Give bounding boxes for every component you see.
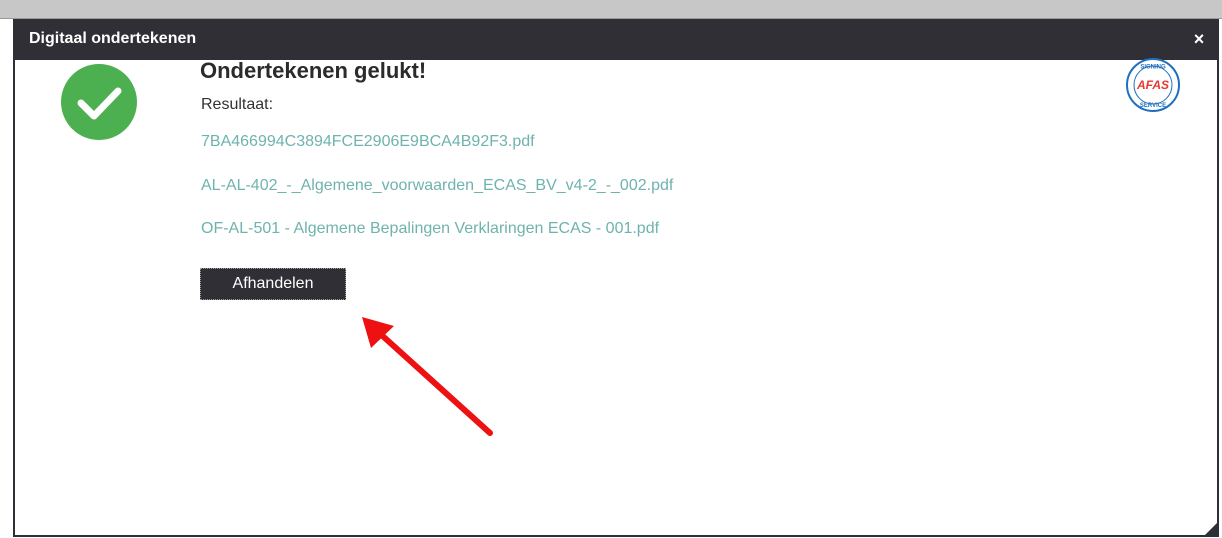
file-link-2[interactable]: AL-AL-402_-_Algemene_voorwaarden_ECAS_BV… — [201, 177, 673, 195]
background-window-strip — [0, 0, 1222, 19]
success-heading: Ondertekenen gelukt! — [200, 58, 427, 83]
signing-dialog: Digitaal ondertekenen × — [13, 19, 1219, 537]
resize-grip-icon[interactable] — [1204, 522, 1218, 536]
file-link-1[interactable]: 7BA466994C3894FCE2906E9BCA4B92F3.pdf — [201, 133, 535, 151]
result-label: Resultaat: — [201, 96, 274, 113]
file-link-3[interactable]: OF-AL-501 - Algemene Bepalingen Verklari… — [201, 220, 659, 238]
dialog-title: Digitaal ondertekenen — [29, 30, 197, 47]
afhandelen-button[interactable]: Afhandelen — [200, 268, 346, 300]
afas-signing-service-badge-icon: SIGNING SERVICE AFAS — [1126, 58, 1180, 112]
checkmark-circle-icon — [61, 64, 137, 140]
badge-logo-text: AFAS — [1136, 78, 1169, 92]
dialog-titlebar: Digitaal ondertekenen × — [13, 19, 1219, 60]
badge-ring-top: SIGNING — [1140, 65, 1166, 71]
close-button[interactable]: × — [1189, 28, 1209, 50]
badge-ring-bottom: SERVICE — [1140, 103, 1166, 109]
